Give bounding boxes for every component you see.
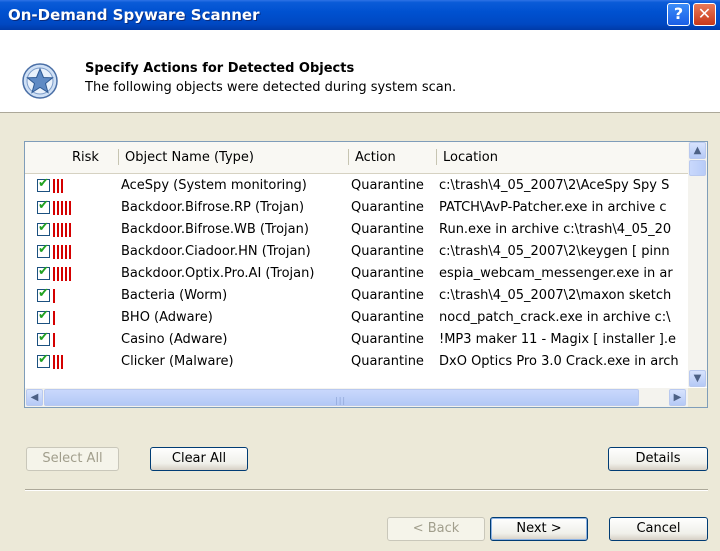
help-button[interactable]: ? xyxy=(667,3,690,26)
wizard-header: Specify Actions for Detected Objects The… xyxy=(0,30,720,113)
back-button[interactable]: < Back xyxy=(387,517,485,541)
close-button[interactable]: ✕ xyxy=(693,3,716,26)
row-checkbox[interactable] xyxy=(37,220,50,236)
row-checkbox[interactable] xyxy=(37,330,50,346)
object-action[interactable]: Quarantine xyxy=(351,288,437,303)
vertical-scrollbar[interactable]: ▲ ▼ xyxy=(688,142,707,387)
object-location: c:\trash\4_05_2007\2\keygen [ pinn xyxy=(439,244,670,259)
risk-level-bars xyxy=(53,179,65,193)
row-checkbox[interactable] xyxy=(37,308,50,324)
object-action[interactable]: Quarantine xyxy=(351,310,437,325)
object-name: Backdoor.Bifrose.WB (Trojan) xyxy=(121,222,309,237)
object-name: Backdoor.Ciadoor.HN (Trojan) xyxy=(121,244,311,259)
risk-level-bars xyxy=(53,245,73,259)
table-row[interactable]: Clicker (Malware) Quarantine DxO Optics … xyxy=(25,352,688,374)
header-subtitle: The following objects were detected duri… xyxy=(85,80,457,95)
object-action[interactable]: Quarantine xyxy=(351,354,437,369)
scroll-right-icon[interactable]: ▶ xyxy=(669,389,686,406)
object-name: Casino (Adware) xyxy=(121,332,228,347)
object-location: PATCH\AvP-Patcher.exe in archive c xyxy=(439,200,667,215)
horizontal-scrollbar[interactable]: ◀ ||| ▶ xyxy=(25,388,688,407)
table-row[interactable]: BHO (Adware) Quarantine nocd_patch_crack… xyxy=(25,308,688,330)
star-shield-icon xyxy=(22,63,58,99)
scanner-dialog: On-Demand Spyware Scanner ? ✕ Specify Ac… xyxy=(0,0,720,551)
risk-level-bars xyxy=(53,267,73,281)
table-row[interactable]: Backdoor.Optix.Pro.AI (Trojan) Quarantin… xyxy=(25,264,688,286)
object-location: c:\trash\4_05_2007\2\AceSpy Spy S xyxy=(439,178,670,193)
select-all-button[interactable]: Select All xyxy=(26,447,119,471)
object-location: espia_webcam_messenger.exe in ar xyxy=(439,266,673,281)
object-action[interactable]: Quarantine xyxy=(351,200,437,215)
horizontal-scroll-thumb[interactable]: ||| xyxy=(44,389,639,406)
clear-all-button[interactable]: Clear All xyxy=(150,447,248,471)
object-location: nocd_patch_crack.exe in archive c:\ xyxy=(439,310,671,325)
risk-level-bars xyxy=(53,289,57,303)
row-checkbox[interactable] xyxy=(37,352,50,368)
vertical-scroll-thumb[interactable] xyxy=(689,160,706,176)
cancel-button[interactable]: Cancel xyxy=(609,517,708,541)
row-checkbox[interactable] xyxy=(37,176,50,192)
object-location: c:\trash\4_05_2007\2\maxon sketch xyxy=(439,288,672,303)
object-action[interactable]: Quarantine xyxy=(351,332,437,347)
row-checkbox[interactable] xyxy=(37,264,50,280)
object-action[interactable]: Quarantine xyxy=(351,244,437,259)
scroll-down-icon[interactable]: ▼ xyxy=(689,370,706,387)
risk-level-bars xyxy=(53,311,57,325)
window-title: On-Demand Spyware Scanner xyxy=(8,6,260,24)
column-header-name[interactable]: Object Name (Type) xyxy=(118,142,254,172)
row-checkbox[interactable] xyxy=(37,198,50,214)
table-row[interactable]: Bacteria (Worm) Quarantine c:\trash\4_05… xyxy=(25,286,688,308)
object-name: Bacteria (Worm) xyxy=(121,288,228,303)
object-name: AceSpy (System monitoring) xyxy=(121,178,307,193)
table-row[interactable]: Casino (Adware) Quarantine !MP3 maker 11… xyxy=(25,330,688,352)
title-bar[interactable]: On-Demand Spyware Scanner ? ✕ xyxy=(0,0,720,30)
column-header-location[interactable]: Location xyxy=(436,142,498,172)
table-row[interactable]: Backdoor.Bifrose.WB (Trojan) Quarantine … xyxy=(25,220,688,242)
object-location: !MP3 maker 11 - Magix [ installer ].e xyxy=(439,332,677,347)
object-action[interactable]: Quarantine xyxy=(351,178,437,193)
object-action[interactable]: Quarantine xyxy=(351,266,437,281)
detected-objects-list[interactable]: Risk Object Name (Type) Action Location … xyxy=(24,141,708,408)
footer-divider xyxy=(25,489,708,491)
details-button[interactable]: Details xyxy=(608,447,708,471)
object-action[interactable]: Quarantine xyxy=(351,222,437,237)
object-location: Run.exe in archive c:\trash\4_05_20 xyxy=(439,222,672,237)
table-row[interactable]: AceSpy (System monitoring) Quarantine c:… xyxy=(25,176,688,198)
object-name: Backdoor.Optix.Pro.AI (Trojan) xyxy=(121,266,315,281)
scroll-left-icon[interactable]: ◀ xyxy=(26,389,43,406)
header-title: Specify Actions for Detected Objects xyxy=(85,61,355,76)
row-checkbox[interactable] xyxy=(37,242,50,258)
table-row[interactable]: Backdoor.Ciadoor.HN (Trojan) Quarantine … xyxy=(25,242,688,264)
risk-level-bars xyxy=(53,201,73,215)
column-header-risk[interactable]: Risk xyxy=(72,142,99,172)
table-row[interactable]: Backdoor.Bifrose.RP (Trojan) Quarantine … xyxy=(25,198,688,220)
object-name: Clicker (Malware) xyxy=(121,354,234,369)
next-button[interactable]: Next > xyxy=(490,517,588,541)
object-name: Backdoor.Bifrose.RP (Trojan) xyxy=(121,200,305,215)
object-name: BHO (Adware) xyxy=(121,310,213,325)
risk-level-bars xyxy=(53,333,57,347)
row-checkbox[interactable] xyxy=(37,286,50,302)
risk-level-bars xyxy=(53,223,73,237)
list-header: Risk Object Name (Type) Action Location xyxy=(25,142,688,174)
scrollbar-corner xyxy=(688,388,707,407)
column-header-action[interactable]: Action xyxy=(348,142,396,172)
scroll-up-icon[interactable]: ▲ xyxy=(689,142,706,159)
risk-level-bars xyxy=(53,355,65,369)
object-location: DxO Optics Pro 3.0 Crack.exe in arch xyxy=(439,354,679,369)
